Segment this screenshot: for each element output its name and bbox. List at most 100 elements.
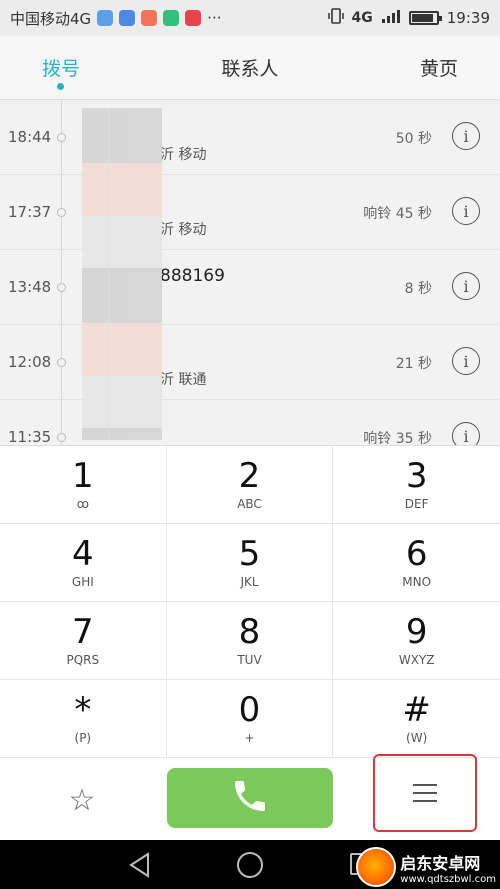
- key-6[interactable]: 6 MNO: [333, 524, 500, 602]
- key-4[interactable]: 4 GHI: [0, 524, 167, 602]
- call-duration: 21 秒: [395, 356, 432, 372]
- vibrate-icon: [327, 8, 344, 28]
- caller-location: 沂 联通: [160, 372, 207, 388]
- call-log-row[interactable]: 18:44 沂 移动 50 秒 i: [0, 100, 500, 175]
- key-8[interactable]: 8 TUV: [166, 602, 334, 680]
- watermark-title: 启东安卓网: [400, 853, 481, 873]
- tab-yellow-pages[interactable]: 黄页: [319, 36, 500, 99]
- call-log-list[interactable]: 18:44 沂 移动 50 秒 i 17:37 沂 移动 响铃 45 秒 i 1…: [0, 100, 500, 445]
- key-9[interactable]: 9 WXYZ: [333, 602, 500, 680]
- watermark: 启东安卓网 www.qdtszbwl.com: [356, 847, 496, 887]
- shield-app-icon: [119, 10, 136, 26]
- caller-location: 沂 移动: [160, 222, 207, 238]
- key-letters: GHI: [71, 574, 94, 589]
- key-1[interactable]: 1ꝏ: [0, 446, 167, 524]
- info-icon[interactable]: i: [452, 422, 480, 445]
- timeline-node: [57, 208, 66, 217]
- status-bar: 中国移动4G ··· 4G 19:39: [0, 0, 500, 36]
- key-digit: 9: [405, 611, 428, 652]
- timeline-node: [57, 433, 66, 442]
- call-time: 13:48: [8, 278, 52, 296]
- key-letters: MNO: [402, 574, 432, 589]
- key-7[interactable]: 7 PQRS: [0, 602, 167, 680]
- call-log-row[interactable]: 12:08 沂 联通 21 秒 i: [0, 325, 500, 400]
- key-digit: 6: [405, 533, 428, 574]
- watermark-url: www.qdtszbwl.com: [400, 873, 496, 885]
- key-letters: ABC: [237, 496, 262, 511]
- watermark-text: 启东安卓网 www.qdtszbwl.com: [400, 850, 496, 885]
- info-icon[interactable]: i: [452, 197, 480, 225]
- call-time: 12:08: [8, 353, 52, 371]
- info-icon[interactable]: i: [452, 122, 480, 150]
- carrier-label: 中国移动4G: [10, 9, 92, 28]
- key-star[interactable]: * (P): [0, 680, 167, 758]
- timeline-node: [57, 133, 66, 142]
- call-duration: 50 秒: [395, 131, 432, 147]
- status-left: 中国移动4G ···: [10, 8, 221, 29]
- key-digit: 7: [72, 611, 94, 652]
- info-icon[interactable]: i: [452, 272, 480, 300]
- favorites-star-icon[interactable]: ☆: [62, 782, 102, 818]
- key-letters: (P): [74, 730, 92, 745]
- home-icon[interactable]: [237, 852, 263, 878]
- dial-keypad: 1ꝏ 2 ABC 3 DEF 4 GHI 5 JKL 6 MNO 7 PQRS 8 TUV 9…: [0, 445, 500, 758]
- key-digit: 5: [238, 533, 261, 574]
- call-button[interactable]: [167, 768, 333, 828]
- moon-app-icon: [97, 10, 114, 26]
- tab-dialer[interactable]: 拨号: [0, 36, 181, 99]
- key-digit: *: [74, 689, 92, 730]
- key-digit: 8: [238, 611, 261, 652]
- watermark-logo-icon: [356, 847, 397, 887]
- key-digit: 1: [72, 455, 94, 496]
- key-3[interactable]: 3 DEF: [333, 446, 500, 524]
- key-letters: WXYZ: [398, 652, 435, 667]
- call-time: 17:37: [8, 203, 52, 221]
- caller-location: 沂 移动: [160, 147, 207, 163]
- tab-contacts[interactable]: 联系人: [181, 36, 320, 99]
- key-letters: JKL: [240, 574, 259, 589]
- timeline-node: [57, 283, 66, 292]
- call-duration: 8 秒: [404, 281, 432, 297]
- key-hash[interactable]: # (W): [333, 680, 500, 758]
- key-letters: TUV: [237, 652, 262, 667]
- key-digit: #: [402, 689, 431, 730]
- call-time: 18:44: [8, 128, 52, 146]
- key-digit: 0: [238, 689, 261, 730]
- clock: 19:39: [446, 9, 490, 27]
- phone-icon: [230, 776, 270, 820]
- call-log-row[interactable]: 11:35 响铃 35 秒 i: [0, 400, 500, 445]
- info-icon[interactable]: i: [452, 347, 480, 375]
- network-type: 4G: [351, 10, 373, 26]
- call-time: 11:35: [8, 428, 52, 445]
- status-right: 4G 19:39: [327, 8, 490, 28]
- call-log-row[interactable]: 17:37 沂 移动 响铃 45 秒 i: [0, 175, 500, 250]
- menu-button[interactable]: [373, 754, 477, 832]
- key-digit: 3: [405, 455, 428, 496]
- key-2[interactable]: 2 ABC: [166, 446, 334, 524]
- key-letters: PQRS: [66, 652, 100, 667]
- wallet-app-icon: [163, 10, 180, 26]
- timeline-node: [57, 358, 66, 367]
- key-5[interactable]: 5 JKL: [166, 524, 334, 602]
- game-app-icon: [185, 10, 202, 26]
- battery-icon: [408, 11, 442, 25]
- voicemail-icon: ꝏ: [76, 496, 89, 511]
- more-notifications-icon: ···: [207, 9, 222, 27]
- call-duration: 响铃 45 秒: [363, 206, 432, 222]
- back-icon[interactable]: [128, 852, 152, 882]
- key-0[interactable]: 0 +: [166, 680, 334, 758]
- key-letters: DEF: [404, 496, 429, 511]
- caller-name: 888169: [160, 266, 225, 286]
- call-log-row[interactable]: 13:48 888169 8 秒 i: [0, 250, 500, 325]
- key-letters: +: [244, 730, 255, 745]
- system-nav-bar: 启东安卓网 www.qdtszbwl.com: [0, 840, 500, 889]
- dialer-action-bar: ☆: [0, 754, 500, 840]
- key-digit: 2: [238, 455, 261, 496]
- signal-icon: [381, 8, 401, 28]
- health-app-icon: [141, 10, 158, 26]
- menu-icon: [413, 784, 437, 802]
- call-duration: 响铃 35 秒: [363, 431, 432, 445]
- tab-bar: 拨号 联系人 黄页: [0, 36, 500, 100]
- key-digit: 4: [72, 533, 94, 574]
- redacted-contact-block: [82, 108, 162, 440]
